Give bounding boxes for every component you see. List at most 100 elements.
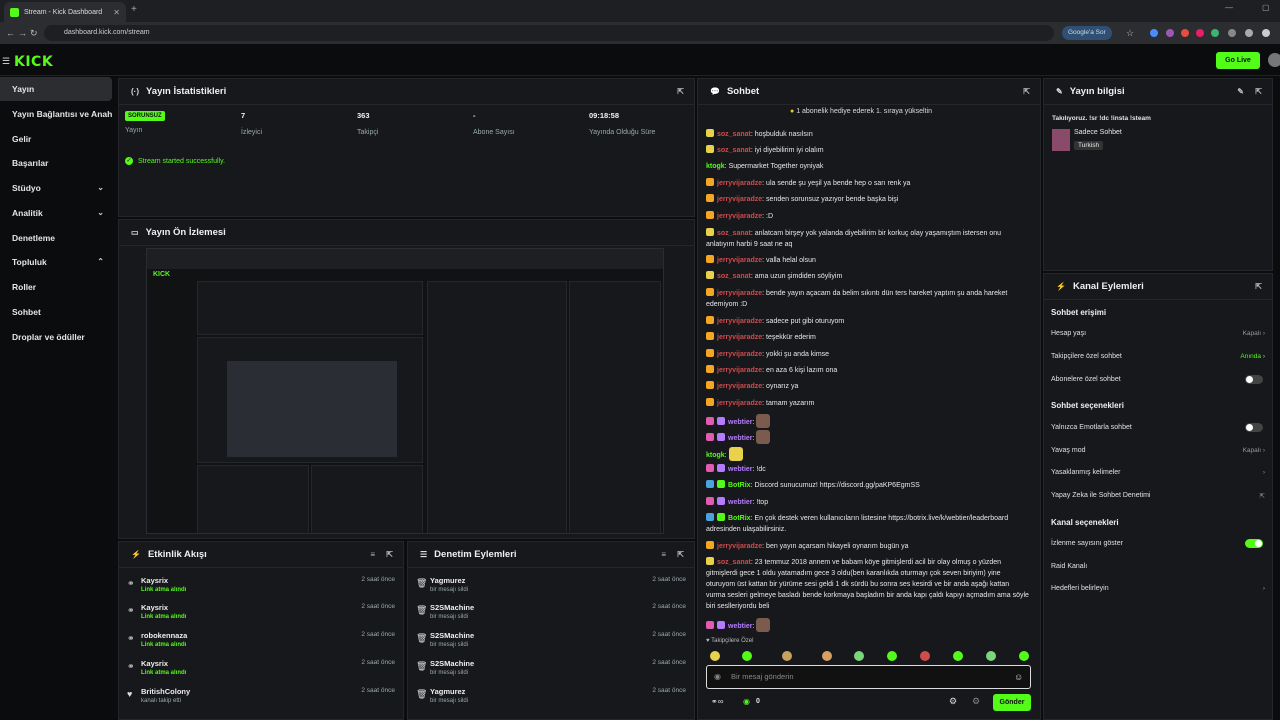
- menu-icon[interactable]: ☰: [2, 56, 10, 67]
- chat-message[interactable]: jerryvijaradze: bende yayın açacam da be…: [706, 288, 1030, 310]
- chat-message[interactable]: jerryvijaradze: ben yayın açarsam hikaye…: [706, 541, 1030, 552]
- emote-only-toggle[interactable]: [1245, 423, 1263, 432]
- chat-message[interactable]: soz_sanat: 23 temmuz 2018 annem ve babam…: [706, 557, 1030, 612]
- chat-message[interactable]: jerryvijaradze: oynarız ya: [706, 381, 1030, 392]
- chat-username[interactable]: jerryvijaradze: [717, 543, 762, 550]
- extensions-puzzle-icon[interactable]: [1228, 29, 1236, 37]
- quick-emote-icon[interactable]: [920, 651, 930, 661]
- chat-username[interactable]: soz_sanat: [717, 131, 751, 138]
- bookmark-star-icon[interactable]: ☆: [1126, 28, 1134, 39]
- popout-icon[interactable]: ⇱: [1255, 87, 1262, 96]
- emoji-icon[interactable]: ☺: [1014, 672, 1023, 682]
- maximize-icon[interactable]: ▢: [1262, 3, 1270, 12]
- filter-icon[interactable]: ≡: [661, 550, 666, 559]
- sidepanel-icon[interactable]: [1245, 29, 1253, 37]
- chat-message[interactable]: BotRix: Discord sunucumuz! https://disco…: [706, 480, 1030, 491]
- extension-icon[interactable]: [1150, 29, 1158, 37]
- sidebar-item-basarilar[interactable]: Başarılar: [0, 151, 112, 175]
- bot-icon[interactable]: ⚙: [972, 696, 980, 707]
- chat-username[interactable]: jerryvijaradze: [717, 196, 762, 203]
- chat-message[interactable]: webtier:: [706, 430, 1030, 444]
- chat-message[interactable]: ktogk: Supermarket Together oyniyak: [706, 161, 1030, 172]
- gear-icon[interactable]: ⚙: [949, 696, 957, 707]
- extension-icon[interactable]: [1181, 29, 1189, 37]
- chat-username[interactable]: jerryvijaradze: [717, 257, 762, 264]
- reload-icon[interactable]: ↻: [30, 28, 38, 39]
- chat-username[interactable]: soz_sanat: [717, 230, 751, 237]
- close-tab-icon[interactable]: ✕: [113, 8, 120, 17]
- forward-icon[interactable]: →: [18, 28, 27, 38]
- stream-preview-video[interactable]: KICK: [146, 248, 664, 534]
- quick-emote-icon[interactable]: [953, 651, 963, 661]
- chat-username[interactable]: ktogk: [706, 163, 725, 170]
- sidebar-item-sohbet[interactable]: Sohbet: [0, 300, 112, 324]
- chat-username[interactable]: jerryvijaradze: [717, 334, 762, 341]
- minimize-icon[interactable]: —: [1225, 3, 1233, 12]
- quick-emote-icon[interactable]: [854, 651, 864, 661]
- banned-words-option[interactable]: Yasaklanmış kelimeler ›: [1051, 469, 1265, 476]
- chat-message[interactable]: jerryvijaradze: en aza 6 kişi lazım ona: [706, 365, 1030, 376]
- sidebar-item-stream-key[interactable]: Yayın Bağlantısı ve Anahtarı: [0, 102, 112, 126]
- avatar[interactable]: [1268, 53, 1280, 67]
- chat-message[interactable]: jerryvijaradze: valla helal olsun: [706, 255, 1030, 266]
- chat-username[interactable]: jerryvijaradze: [717, 367, 762, 374]
- sidebar-item-droplar[interactable]: Droplar ve ödüller: [0, 325, 112, 349]
- chat-username[interactable]: ktogk: [706, 452, 725, 459]
- quick-emote-icon[interactable]: [822, 651, 832, 661]
- chat-username[interactable]: jerryvijaradze: [717, 213, 762, 220]
- chat-username[interactable]: jerryvijaradze: [717, 400, 762, 407]
- new-tab-icon[interactable]: +: [131, 4, 137, 15]
- extension-icon[interactable]: [1211, 29, 1219, 37]
- chat-username[interactable]: BotRix: [728, 515, 751, 522]
- subs-chat-toggle[interactable]: [1245, 375, 1263, 384]
- pinned-banner[interactable]: ● 1 abonelik hediye ederek 1. sıraya yük…: [790, 108, 932, 115]
- quick-emote-icon[interactable]: [1019, 651, 1029, 661]
- chat-message[interactable]: jerryvijaradze: sadece put gibi oturuyom: [706, 316, 1030, 327]
- ai-mod-option[interactable]: Yapay Zeka ile Sohbet Denetimi ⇱: [1051, 492, 1265, 500]
- browser-profile-icon[interactable]: [1262, 29, 1270, 37]
- chat-username[interactable]: webtier: [728, 419, 753, 426]
- slow-mode-option[interactable]: Yavaş mod Kapalı ›: [1051, 447, 1265, 454]
- sidebar-item-gelir[interactable]: Gelir: [0, 127, 112, 151]
- sidebar-item-analitik[interactable]: Analitik ⌄: [0, 201, 112, 225]
- google-ask-button[interactable]: Google'a Sor: [1062, 26, 1112, 40]
- targets-option[interactable]: Hedefleri belirleyin ›: [1051, 585, 1265, 592]
- send-button[interactable]: Gönder: [993, 694, 1031, 711]
- account-age-option[interactable]: Hesap yaşı Kapalı ›: [1051, 330, 1265, 337]
- chat-message[interactable]: soz_sanat: anlatcam birşey yok yalanda d…: [706, 228, 1030, 250]
- mod-shield-icon[interactable]: ◉: [714, 672, 721, 681]
- chat-username[interactable]: jerryvijaradze: [717, 351, 762, 358]
- edit-icon[interactable]: ✎: [1237, 87, 1244, 96]
- show-views-toggle[interactable]: [1245, 539, 1263, 548]
- sidebar-item-roller[interactable]: Roller: [0, 275, 112, 299]
- chat-username[interactable]: webtier: [728, 499, 753, 506]
- filter-icon[interactable]: ≡: [370, 550, 375, 559]
- quick-emote-icon[interactable]: [742, 651, 752, 661]
- popout-icon[interactable]: ⇱: [677, 550, 684, 559]
- chat-username[interactable]: soz_sanat: [717, 147, 751, 154]
- chat-username[interactable]: webtier: [728, 435, 753, 442]
- chat-username[interactable]: webtier: [728, 623, 753, 630]
- sidebar-item-yayin[interactable]: Yayın: [0, 77, 112, 101]
- chat-message[interactable]: ktogk:: [706, 447, 1030, 461]
- raid-option[interactable]: Raid Kanalı: [1051, 563, 1265, 570]
- chat-message[interactable]: jerryvijaradze: senden sorunsuz yazıyor …: [706, 194, 1030, 205]
- chat-message[interactable]: soz_sanat: ama uzun şimdiden söyliyim: [706, 271, 1030, 282]
- chat-username[interactable]: jerryvijaradze: [717, 290, 762, 297]
- popout-icon[interactable]: ⇱: [677, 87, 684, 96]
- sidebar-item-studyo[interactable]: Stüdyo ⌄: [0, 176, 112, 200]
- followers-chat-option[interactable]: Takipçilere özel sohbet Anında ›: [1051, 353, 1265, 360]
- chat-message[interactable]: webtier:: [706, 414, 1030, 428]
- chat-message[interactable]: webtier: !top: [706, 497, 1030, 508]
- users-icon[interactable]: ⚭∞: [711, 697, 723, 706]
- chat-username[interactable]: webtier: [728, 466, 753, 473]
- extension-icon[interactable]: [1166, 29, 1174, 37]
- chat-message[interactable]: webtier: !dc: [706, 464, 1030, 475]
- popout-icon[interactable]: ⇱: [386, 550, 393, 559]
- quick-emote-icon[interactable]: [782, 651, 792, 661]
- sidebar-item-topluluk[interactable]: Topluluk ⌃: [0, 250, 112, 274]
- chat-message[interactable]: jerryvijaradze: :D: [706, 211, 1030, 222]
- url-input[interactable]: dashboard.kick.com/stream: [44, 25, 1054, 41]
- go-live-button[interactable]: Go Live: [1216, 52, 1260, 69]
- chat-message[interactable]: jerryvijaradze: tamam yazarım: [706, 398, 1030, 409]
